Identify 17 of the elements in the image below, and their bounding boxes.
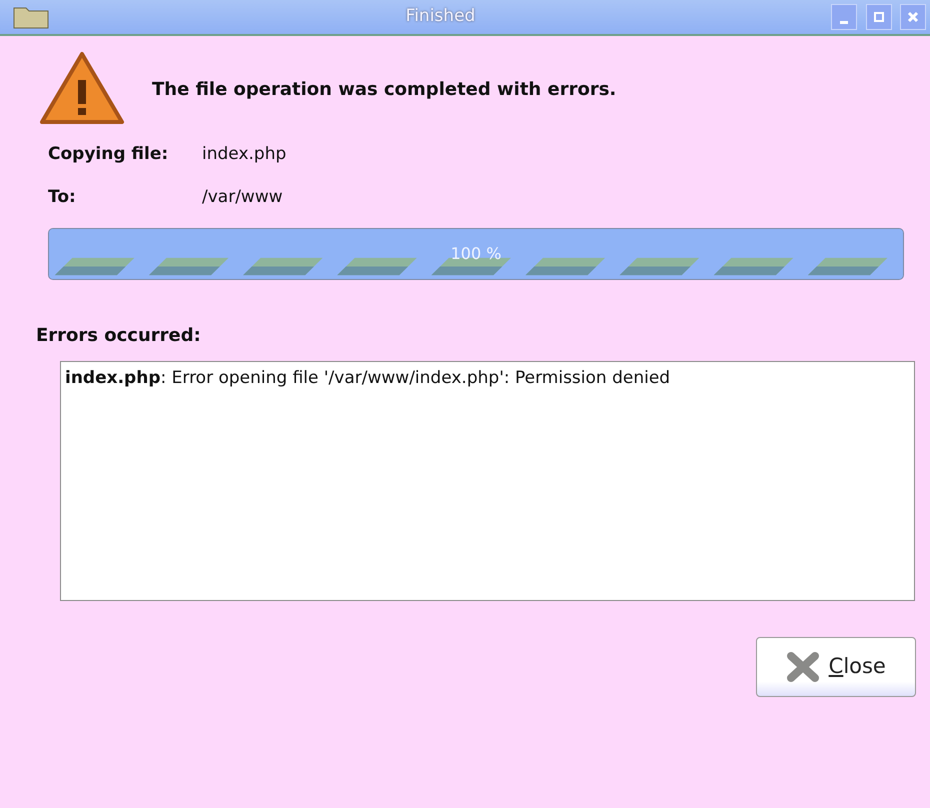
progress-reading: 100 % — [450, 243, 502, 265]
error-message: The file operation was completed with errors. — [152, 78, 616, 102]
error-line: index.php: Error opening file '/var/www/index.php': Permission denied — [65, 367, 672, 390]
close-button[interactable] — [900, 4, 926, 30]
maximize-icon — [872, 10, 886, 24]
field-label: To: — [48, 186, 77, 208]
close-button[interactable]: Close — [756, 637, 916, 697]
close-icon — [786, 652, 820, 682]
field-value: /var/www — [202, 186, 283, 208]
minimize-icon — [840, 20, 848, 24]
maximize-button[interactable] — [866, 4, 892, 30]
close-icon — [906, 10, 920, 24]
minimize-button[interactable] — [831, 4, 857, 30]
field-value: index.php — [202, 143, 286, 166]
window-title: Finished — [406, 6, 476, 26]
field-label: Copying file: — [48, 143, 170, 166]
errors-heading: Errors occurred: — [36, 324, 202, 348]
